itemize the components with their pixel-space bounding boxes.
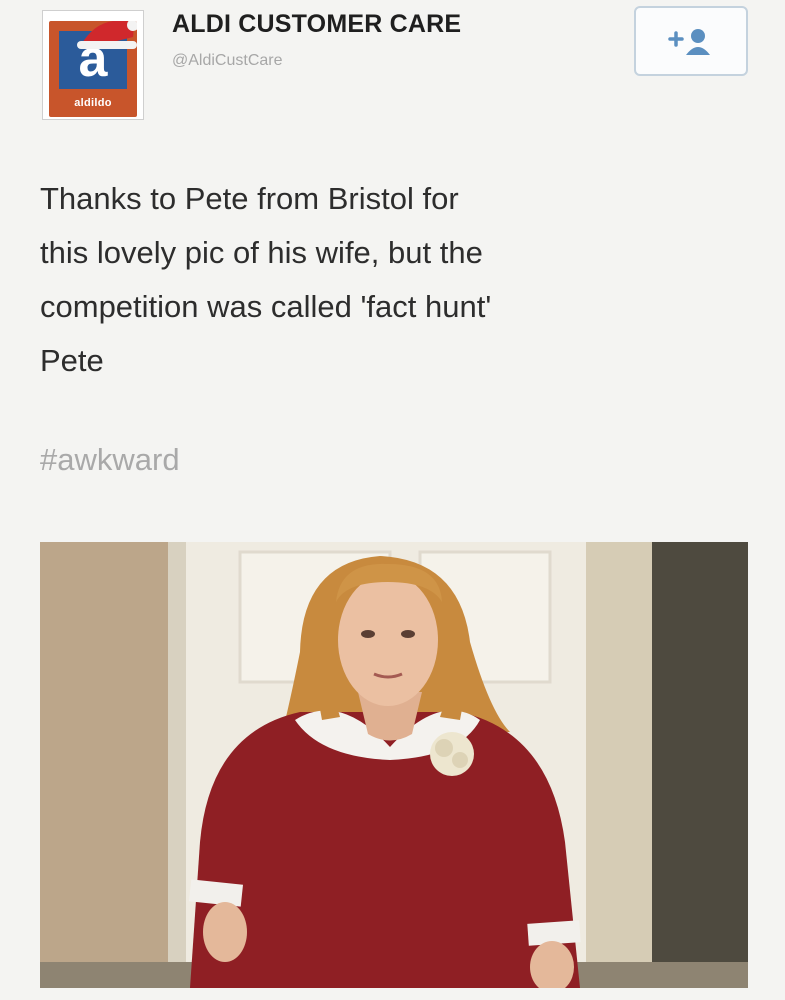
tweet-photo[interactable] bbox=[40, 542, 748, 988]
flower-brooch bbox=[430, 732, 474, 776]
tweet-text: Thanks to Pete from Bristol for this lov… bbox=[40, 181, 492, 378]
santa-hat-icon bbox=[77, 21, 137, 49]
avatar[interactable]: a aldildo bbox=[42, 10, 144, 120]
user-handle[interactable]: @AldiCustCare bbox=[172, 52, 283, 70]
aldi-logo: a aldildo bbox=[49, 21, 137, 117]
avatar-caption: aldildo bbox=[74, 97, 112, 109]
face bbox=[338, 574, 438, 706]
dark-doorway bbox=[652, 542, 748, 988]
follow-button[interactable] bbox=[634, 6, 748, 76]
tweet-card: a aldildo ALDI CUSTOMER CARE @AldiCustCa… bbox=[0, 0, 785, 1000]
hashtag-link[interactable]: #awkward bbox=[40, 433, 180, 487]
left-wall bbox=[40, 542, 168, 988]
add-user-icon bbox=[668, 29, 710, 55]
display-name[interactable]: ALDI CUSTOMER CARE bbox=[172, 10, 461, 39]
